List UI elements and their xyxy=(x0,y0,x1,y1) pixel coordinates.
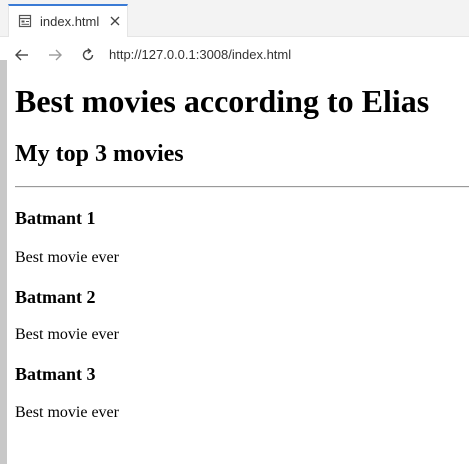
reload-icon[interactable] xyxy=(79,46,97,64)
arrow-right-icon[interactable] xyxy=(46,46,64,64)
tab-title: index.html xyxy=(40,14,100,29)
divider xyxy=(15,186,469,188)
close-icon[interactable] xyxy=(108,14,122,28)
tab-index-html[interactable]: index.html xyxy=(8,4,128,37)
movie-description: Best movie ever xyxy=(15,326,119,343)
movie-description: Best movie ever xyxy=(15,404,119,421)
page-content: Best movies according to Elias My top 3 … xyxy=(15,73,469,464)
arrow-left-icon[interactable] xyxy=(13,46,31,64)
toolbar: http://127.0.0.1:3008/index.html xyxy=(0,37,469,73)
left-edge xyxy=(0,60,7,464)
movie-title: Batmant 3 xyxy=(15,364,96,384)
movie-description: Best movie ever xyxy=(15,249,119,266)
movie-title: Batmant 1 xyxy=(15,208,96,228)
page-icon xyxy=(18,14,32,28)
tab-strip: index.html xyxy=(0,0,469,37)
page-subtitle: My top 3 movies xyxy=(15,141,184,167)
address-bar-url[interactable]: http://127.0.0.1:3008/index.html xyxy=(109,47,291,62)
movie-title: Batmant 2 xyxy=(15,287,96,307)
page-title: Best movies according to Elias xyxy=(15,83,430,119)
